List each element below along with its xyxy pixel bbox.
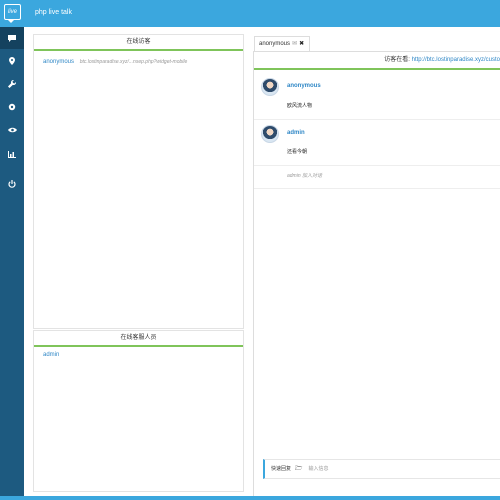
sidebar bbox=[0, 27, 24, 500]
message-item: admin 还看今朝 bbox=[254, 120, 500, 166]
map-marker-icon bbox=[9, 57, 15, 65]
sidebar-item-settings[interactable] bbox=[0, 96, 24, 118]
app-title: php live talk bbox=[35, 9, 72, 16]
avatar bbox=[261, 78, 279, 96]
chat-bubble-icon: ✉ bbox=[292, 41, 298, 47]
sidebar-item-logout[interactable] bbox=[0, 173, 24, 195]
sidebar-item-stats[interactable] bbox=[0, 143, 24, 165]
message-text: 欧风流人物 bbox=[287, 103, 313, 109]
message-input-bar[interactable]: 快速回复 🗁 输入信息 bbox=[263, 459, 500, 479]
logo-text: live bbox=[7, 9, 17, 15]
staff-name[interactable]: admin bbox=[43, 352, 59, 358]
visitor-name[interactable]: anonymous bbox=[43, 59, 74, 65]
close-icon[interactable]: ✖ bbox=[299, 41, 304, 47]
sidebar-item-monitor[interactable] bbox=[0, 119, 24, 141]
eye-icon bbox=[7, 127, 17, 133]
sidebar-item-chat[interactable] bbox=[0, 27, 24, 49]
chat-panel: 访客在看: http://btc.lostinparadise.xyz/cust… bbox=[253, 51, 500, 497]
visitor-url: btc.lostinparadise.xyz/...nsep.php?widge… bbox=[79, 59, 188, 65]
gear-icon bbox=[8, 103, 16, 111]
message-sender: anonymous bbox=[287, 83, 321, 89]
divider bbox=[254, 188, 500, 189]
message-text: 还看今朝 bbox=[287, 149, 308, 155]
avatar bbox=[261, 125, 279, 143]
message-item: anonymous 欧风流人物 bbox=[254, 72, 500, 120]
sidebar-item-tools[interactable] bbox=[0, 73, 24, 95]
message-sender: admin bbox=[287, 130, 305, 136]
online-staff-panel: 在线客服人员 admin bbox=[33, 330, 244, 492]
online-visitors-title: 在线访客 bbox=[34, 35, 243, 51]
bar-chart-icon bbox=[8, 150, 16, 158]
sidebar-item-location[interactable] bbox=[0, 50, 24, 72]
system-note: admin 加入对话 bbox=[287, 173, 323, 179]
wrench-icon bbox=[8, 80, 16, 88]
online-visitors-panel: 在线访客 anonymous btc.lostinparadise.xyz/..… bbox=[33, 34, 244, 329]
message-input[interactable]: 输入信息 bbox=[308, 466, 328, 472]
visiting-label: 访客在看: bbox=[384, 57, 410, 63]
tab-label: anonymous bbox=[259, 41, 291, 47]
app-logo[interactable]: live bbox=[4, 4, 21, 23]
bottom-accent-bar bbox=[0, 496, 500, 500]
tab-chat-anonymous[interactable]: anonymous ✉ ✖ bbox=[254, 36, 310, 51]
visiting-url[interactable]: http://btc.lostinparadise.xyz/custo bbox=[412, 57, 500, 63]
folder-icon[interactable]: 🗁 bbox=[295, 466, 302, 472]
power-icon bbox=[8, 180, 16, 188]
visitor-row[interactable]: anonymous btc.lostinparadise.xyz/...nsep… bbox=[43, 59, 187, 65]
quick-reply-label[interactable]: 快速回复 bbox=[271, 466, 291, 472]
chat-icon bbox=[8, 34, 16, 42]
online-staff-title: 在线客服人员 bbox=[34, 331, 243, 347]
top-bar: live php live talk bbox=[0, 0, 500, 27]
visiting-bar: 访客在看: http://btc.lostinparadise.xyz/cust… bbox=[254, 52, 500, 70]
